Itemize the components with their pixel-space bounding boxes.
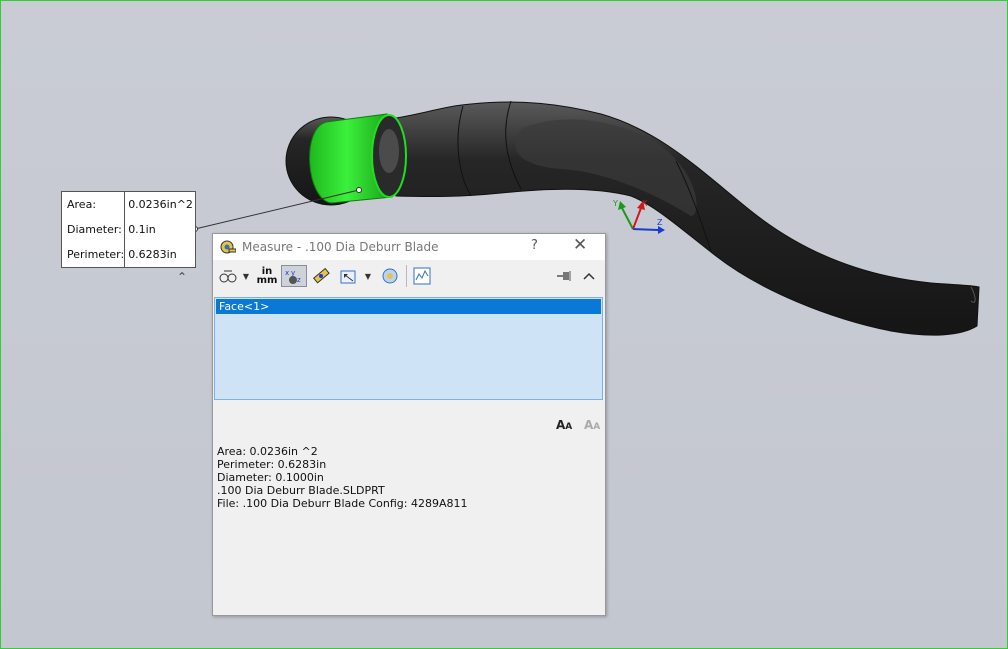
callout-value: 0.0236in^2 bbox=[128, 198, 193, 211]
collapse-button[interactable] bbox=[579, 265, 599, 287]
show-xyz-button[interactable]: x y z bbox=[281, 265, 307, 287]
units-precision-button[interactable]: in mm bbox=[256, 265, 278, 287]
xyz-measure-icon: x y z bbox=[285, 269, 301, 284]
callout-row: Area: 0.0236in^2 bbox=[62, 192, 195, 217]
projection-icon bbox=[340, 270, 356, 284]
point-to-point-button[interactable] bbox=[310, 265, 332, 287]
create-sensor-button[interactable] bbox=[411, 265, 433, 287]
triad-z-label: Z bbox=[657, 218, 663, 227]
pin-icon bbox=[557, 271, 571, 281]
sensor-graph-icon bbox=[413, 267, 431, 285]
increase-font-button[interactable]: AA bbox=[556, 418, 572, 432]
callout-value: 0.1in bbox=[128, 223, 156, 236]
result-line: Diameter: 0.1000in bbox=[217, 471, 324, 484]
chevron-down-icon[interactable]: ▼ bbox=[363, 265, 373, 287]
decrease-font-button[interactable]: AA bbox=[584, 418, 600, 432]
callout-label: Diameter: bbox=[62, 217, 126, 242]
dialog-title: Measure - .100 Dia Deburr Blade bbox=[242, 240, 439, 254]
measure-toolbar: ▼ in mm x y z ▼ bbox=[213, 261, 605, 293]
measure-callout: Area: 0.0236in^2 Diameter: 0.1in Perimet… bbox=[61, 191, 196, 268]
pin-button[interactable] bbox=[553, 265, 575, 287]
callout-row: Diameter: 0.1in bbox=[62, 217, 195, 242]
measure-dialog: Measure - .100 Dia Deburr Blade ? ✕ ▼ in… bbox=[212, 233, 606, 616]
measurement-history-button[interactable] bbox=[379, 265, 401, 287]
graphics-viewport[interactable]: Y X Z Area: 0.0236in^2 Diameter: 0.1in P… bbox=[0, 0, 1008, 649]
svg-text:y: y bbox=[291, 269, 295, 277]
history-icon bbox=[382, 268, 398, 284]
help-button[interactable]: ? bbox=[531, 238, 538, 253]
selection-list[interactable]: Face<1> bbox=[214, 297, 603, 400]
selection-item[interactable]: Face<1> bbox=[216, 299, 601, 314]
callout-row: Perimeter: 0.6283in bbox=[62, 242, 195, 267]
close-button[interactable]: ✕ bbox=[573, 235, 587, 255]
triad-x-label: X bbox=[642, 199, 648, 208]
arc-circle-options-button[interactable] bbox=[218, 265, 238, 287]
callout-leader bbox=[194, 189, 360, 230]
ruler-icon bbox=[313, 267, 330, 284]
callout-label: Perimeter: bbox=[62, 242, 126, 267]
arc-measure-icon bbox=[219, 270, 237, 283]
result-line: File: .100 Dia Deburr Blade Config: 4289… bbox=[217, 497, 468, 510]
chevron-up-icon bbox=[583, 272, 595, 280]
cylinder-shine bbox=[379, 129, 399, 173]
callout-label: Area: bbox=[62, 192, 126, 217]
result-line: .100 Dia Deburr Blade.SLDPRT bbox=[217, 484, 385, 497]
leader-point bbox=[356, 187, 362, 193]
result-line: Perimeter: 0.6283in bbox=[217, 458, 327, 471]
measure-results: Area: 0.0236in ^2 Perimeter: 0.6283in Di… bbox=[217, 445, 468, 510]
svg-text:x: x bbox=[285, 269, 289, 277]
dialog-title-bar[interactable]: Measure - .100 Dia Deburr Blade ? ✕ bbox=[213, 234, 605, 260]
projected-on-button[interactable] bbox=[337, 265, 359, 287]
measure-tape-icon bbox=[220, 240, 236, 254]
chevron-down-icon[interactable]: ▼ bbox=[241, 265, 251, 287]
svg-text:z: z bbox=[297, 276, 301, 284]
toolbar-separator bbox=[406, 265, 407, 287]
callout-collapse-icon[interactable]: ⌃ bbox=[177, 270, 187, 284]
callout-value: 0.6283in bbox=[128, 248, 177, 261]
result-line: Area: 0.0236in ^2 bbox=[217, 445, 318, 458]
units-mm-label: mm bbox=[256, 275, 278, 286]
triad-y-label: Y bbox=[612, 199, 618, 208]
